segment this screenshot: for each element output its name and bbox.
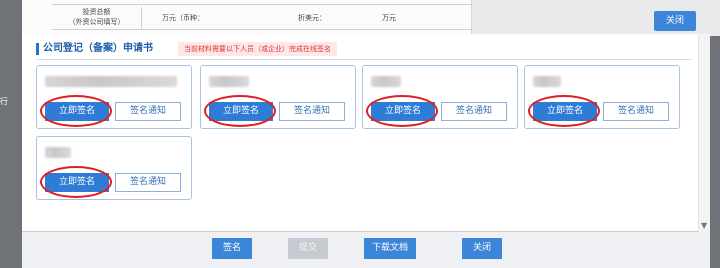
signature-notice: 当前材料需要以下人员（或企业）完成在线签名	[178, 42, 337, 56]
title-divider	[36, 59, 692, 60]
sign-notify-button[interactable]: 签名通知	[441, 102, 507, 121]
investment-label: 投资总额 （外资公司填写）	[52, 7, 142, 29]
unit-text: 万元	[382, 14, 396, 22]
dialog-footer: 签名 提交 下载文档 关闭	[22, 232, 710, 268]
investment-label-line1: 投资总额	[82, 8, 111, 16]
background-document: 投资总额 （外资公司填写） 万元（币种： 折美元： 万元	[22, 0, 472, 36]
highlight-ring	[528, 95, 600, 127]
sign-button[interactable]: 签名	[212, 238, 252, 259]
signer-name-redacted	[209, 76, 249, 87]
signer-card: 立即签名 签名通知	[36, 65, 192, 129]
investment-row: 投资总额 （外资公司填写） 万元（币种： 折美元： 万元	[52, 4, 472, 30]
top-close-button[interactable]: 关闭	[654, 11, 696, 31]
usd-text: 折美元：	[298, 14, 326, 22]
sign-notify-button[interactable]: 签名通知	[603, 102, 669, 121]
download-document-button[interactable]: 下载文档	[364, 238, 416, 259]
sign-notify-button[interactable]: 签名通知	[115, 173, 181, 192]
signer-card: 立即签名 签名通知	[362, 65, 518, 129]
highlight-ring	[40, 166, 112, 198]
close-button[interactable]: 关闭	[462, 238, 502, 259]
chevron-down-icon[interactable]: ▼	[701, 221, 707, 230]
signer-card: 立即签名 签名通知	[36, 136, 192, 200]
dialog-title: 公司登记（备案）申请书	[36, 43, 153, 55]
investment-label-line2: （外资公司填写）	[68, 18, 125, 26]
left-edge-glyph: 行	[0, 97, 8, 106]
amount-text: 万元（币种：	[162, 14, 204, 22]
signer-name-redacted	[45, 147, 71, 158]
sign-notify-button[interactable]: 签名通知	[115, 102, 181, 121]
sign-notify-button[interactable]: 签名通知	[279, 102, 345, 121]
signer-card: 立即签名 签名通知	[200, 65, 356, 129]
highlight-ring	[366, 95, 438, 127]
signer-name-redacted	[533, 76, 561, 87]
signer-name-redacted	[371, 76, 401, 87]
signature-dialog: 公司登记（备案）申请书 当前材料需要以下人员（或企业）完成在线签名 立即签名 签…	[22, 34, 710, 232]
dialog-scrollbar[interactable]: ▼	[698, 34, 710, 232]
highlight-ring	[204, 95, 276, 127]
submit-button[interactable]: 提交	[288, 238, 328, 259]
signer-card: 立即签名 签名通知	[524, 65, 680, 129]
signer-name-redacted	[45, 76, 177, 87]
highlight-ring	[40, 95, 112, 127]
